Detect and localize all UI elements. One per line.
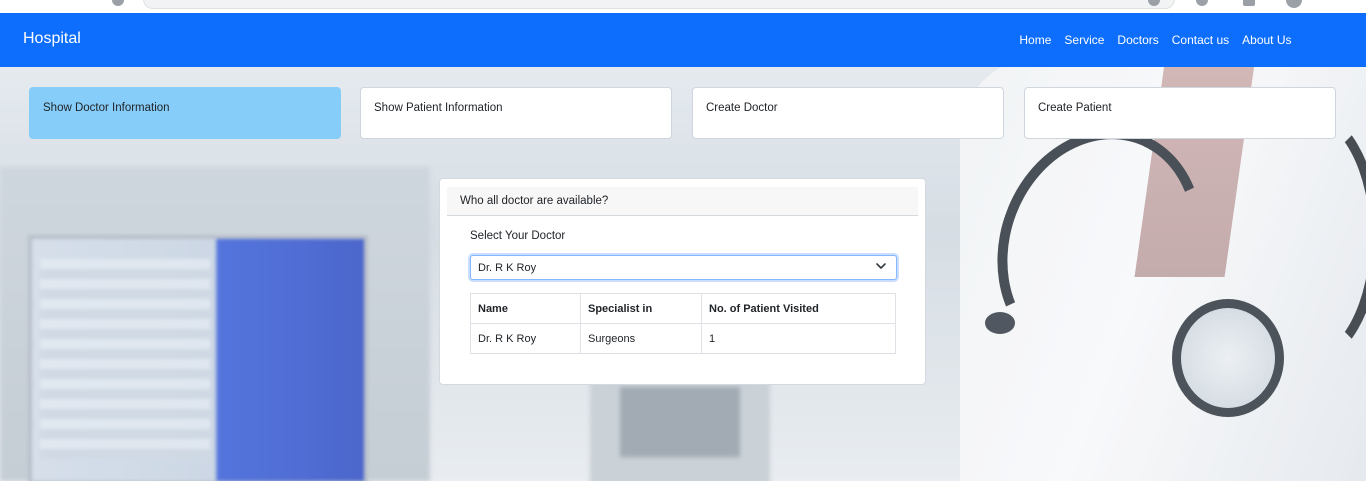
cell-specialist: Surgeons <box>580 323 702 354</box>
bookmark-icon[interactable] <box>1196 0 1208 6</box>
table-header-row: Name Specialist in No. of Patient Visite… <box>470 293 896 324</box>
create-doctor-button[interactable]: Create Doctor <box>692 87 1004 139</box>
profile-avatar[interactable] <box>1286 0 1302 8</box>
nav-service-link[interactable]: Service <box>1058 33 1111 47</box>
nav-doctors-link[interactable]: Doctors <box>1111 33 1165 47</box>
doctor-info-panel: Who all doctor are available? Select You… <box>439 178 926 385</box>
nav-about-link[interactable]: About Us <box>1236 33 1298 47</box>
select-doctor-label: Select Your Doctor <box>470 230 566 242</box>
show-doctor-info-button[interactable]: Show Doctor Information <box>29 87 341 139</box>
doctor-select-value: Dr. R K Roy <box>478 262 537 274</box>
doctor-table: Name Specialist in No. of Patient Visite… <box>470 293 896 354</box>
tab-icon[interactable] <box>1243 0 1255 6</box>
nav-links: Home Service Doctors Contact us About Us <box>1013 33 1298 47</box>
doctor-select[interactable]: Dr. R K Roy <box>470 255 897 280</box>
reload-icon[interactable] <box>112 0 124 6</box>
show-patient-info-button[interactable]: Show Patient Information <box>360 87 672 139</box>
brand-title[interactable]: Hospital <box>23 30 81 48</box>
column-header-name: Name <box>470 293 581 324</box>
top-navbar: Hospital Home Service Doctors Contact us… <box>0 13 1366 67</box>
chevron-down-icon <box>876 263 886 269</box>
table-row: Dr. R K Roy Surgeons 1 <box>470 323 896 354</box>
browser-chrome <box>0 0 1366 13</box>
create-patient-button[interactable]: Create Patient <box>1024 87 1336 139</box>
column-header-specialist: Specialist in <box>580 293 702 324</box>
cell-patients: 1 <box>701 323 896 354</box>
panel-header: Who all doctor are available? <box>447 187 918 216</box>
column-header-patients: No. of Patient Visited <box>701 293 896 324</box>
cell-name: Dr. R K Roy <box>470 323 581 354</box>
nav-contact-link[interactable]: Contact us <box>1165 33 1235 47</box>
address-bar[interactable] <box>143 0 1175 9</box>
nav-home-link[interactable]: Home <box>1013 33 1058 47</box>
